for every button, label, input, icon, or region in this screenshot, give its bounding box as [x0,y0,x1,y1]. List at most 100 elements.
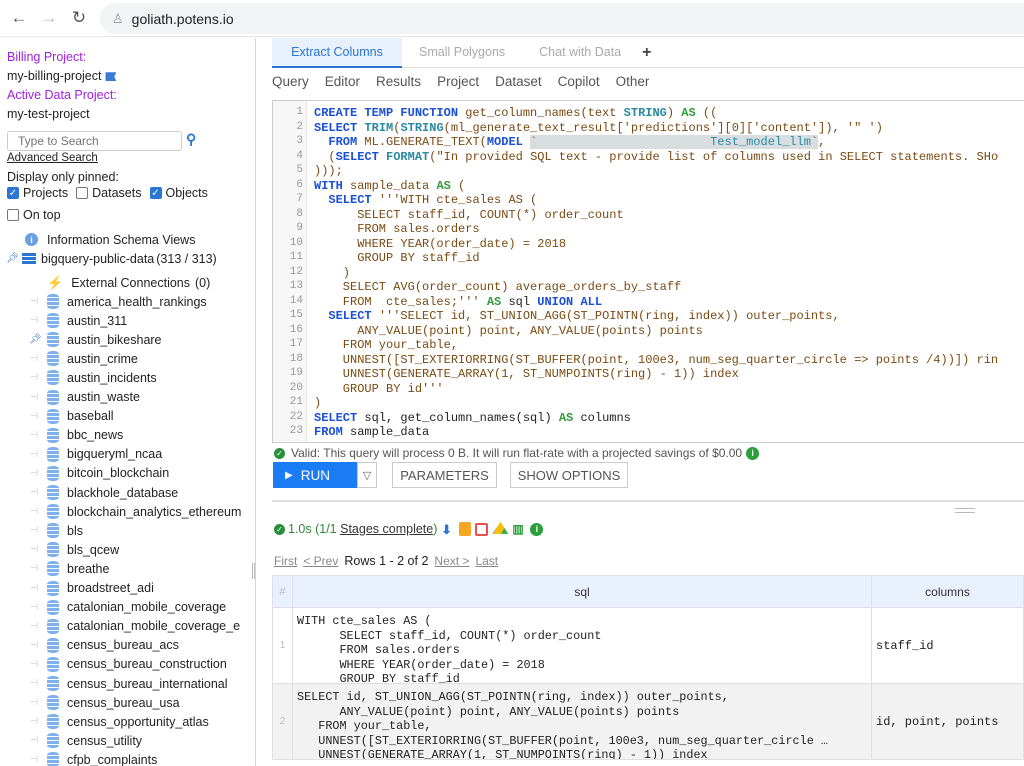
first-page-link[interactable]: First [274,554,297,568]
menu-dataset[interactable]: Dataset [495,74,542,89]
columns-cell[interactable]: staff_id [871,607,1024,684]
pin-icon[interactable]: ⊣ [29,296,39,307]
pin-icon[interactable]: ⊣ [29,754,39,765]
pin-icon[interactable]: ⊣ [29,449,39,460]
dataset-item[interactable]: 📌︎ austin_bikeshare [0,330,255,349]
stages-link[interactable]: Stages complete [340,522,433,536]
chart-icon[interactable]: ▥ [512,522,526,536]
pin-icon[interactable]: ⊣ [29,678,39,689]
dataset-item[interactable]: ⊣ austin_crime [0,349,255,368]
parameters-button[interactable]: PARAMETERS [392,462,497,488]
dataset-item[interactable]: ⊣ america_health_rankings [0,292,255,311]
information-schema-item[interactable]: i Information Schema Views [0,230,255,249]
pin-icon[interactable]: ⊣ [29,468,39,479]
advanced-search-link[interactable]: Advanced Search [7,152,98,164]
back-icon[interactable]: ← [8,8,30,28]
address-bar[interactable]: ♙ goliath.potens.io [100,3,1024,34]
dataset-item[interactable]: ⊣ austin_incidents [0,368,255,387]
dataset-item[interactable]: ⊣ bls_qcew [0,540,255,559]
dataset-item[interactable]: ⊣ blackhole_database [0,483,255,502]
add-tab-icon[interactable]: + [642,44,651,62]
dataset-item[interactable]: ⊣ cfpb_complaints [0,750,255,766]
search-input[interactable] [7,131,182,151]
menu-editor[interactable]: Editor [325,74,360,89]
sql-editor[interactable]: 1 2 3 4 5 6 7 8 9 10 11 12 13 14 15 16 17 18 19 20 21 22 23 CR… [272,100,1024,443]
forward-icon[interactable]: → [38,8,60,28]
dataset-item[interactable]: ⊣ bigqueryml_ncaa [0,445,255,464]
prev-page-link[interactable]: < Prev [303,554,338,568]
menu-other[interactable]: Other [616,74,650,89]
dataset-item[interactable]: ⊣ census_bureau_acs [0,636,255,655]
tab-small-polygons[interactable]: Small Polygons [402,38,522,68]
pin-icon[interactable]: ⊣ [29,640,39,651]
pin-icon[interactable]: ⊣ [29,697,39,708]
dataset-item[interactable]: ⊣ catalonian_mobile_coverage_e [0,617,255,636]
pin-icon[interactable]: ⊣ [29,315,39,326]
datasets-checkbox[interactable] [76,187,89,199]
active-project-value[interactable]: my-test-project [7,107,90,121]
dataset-item[interactable]: ⊣ census_opportunity_atlas [0,712,255,731]
dataset-item[interactable]: ⊣ census_bureau_usa [0,693,255,712]
reload-icon[interactable]: ↻ [68,8,90,28]
google-drive-icon[interactable] [492,522,509,534]
dataset-item[interactable]: ⊣ blockchain_analytics_ethereum [0,502,255,521]
pin-icon[interactable]: 📌︎ [29,334,42,345]
sql-cell[interactable]: SELECT id, ST_UNION_AGG(ST_POINTN(ring, … [292,683,872,760]
next-page-link[interactable]: Next > [434,554,469,568]
header-columns[interactable]: columns [871,575,1024,608]
dataset-item[interactable]: ⊣ bls [0,521,255,540]
pin-icon[interactable]: ⊣ [29,659,39,670]
projects-checkbox[interactable]: ✓ [7,187,19,199]
dataset-item[interactable]: ⊣ austin_311 [0,311,255,330]
pin-icon[interactable]: ⊣ [29,411,39,422]
pin-icon[interactable]: ⊣ [29,716,39,727]
download-icon[interactable]: ⬇ [441,522,455,537]
tab-extract-columns[interactable]: Extract Columns [272,37,402,68]
pin-icon[interactable]: ⊣ [29,735,39,746]
dataset-item[interactable]: ⊣ census_bureau_international [0,674,255,693]
menu-query[interactable]: Query [272,74,309,89]
billing-project-value[interactable]: my-billing-project [7,69,117,83]
pin-icon[interactable]: ⊣ [29,487,39,498]
run-dropdown-button[interactable]: ▽ [357,462,377,488]
dataset-item[interactable]: ⊣ austin_waste [0,388,255,407]
header-sql[interactable]: sql [292,575,872,608]
pin-icon[interactable]: ⊣ [29,602,39,613]
search-icon[interactable]: ⚲ [186,131,196,148]
last-page-link[interactable]: Last [475,554,498,568]
objects-checkbox[interactable]: ✓ [149,187,162,199]
menu-results[interactable]: Results [376,74,421,89]
dataset-item[interactable]: ⊣ breathe [0,559,255,578]
external-connections-item[interactable]: ⚡ External Connections (0) [0,273,255,292]
pin-icon[interactable]: ⊣ [29,506,39,517]
show-options-button[interactable]: SHOW OPTIONS [510,462,628,488]
pin-icon[interactable]: 📌︎ [6,253,19,264]
pin-icon[interactable]: ⊣ [29,372,39,383]
dataset-item[interactable]: ⊣ census_bureau_construction [0,655,255,674]
run-button[interactable]: ▶ RUN [273,462,357,488]
pin-icon[interactable]: ⊣ [29,563,39,574]
tab-chat-with-data[interactable]: Chat with Data [522,38,638,68]
pin-icon[interactable]: ⊣ [29,583,39,594]
on-top-checkbox[interactable] [7,209,19,221]
menu-project[interactable]: Project [437,74,479,89]
menu-copilot[interactable]: Copilot [558,74,600,89]
dataset-item[interactable]: ⊣ baseball [0,407,255,426]
pin-icon[interactable]: ⊣ [29,430,39,441]
pin-icon[interactable]: ⊣ [29,525,39,536]
pin-icon[interactable]: ⊣ [29,544,39,555]
info-icon[interactable]: i [530,522,544,536]
dataset-item[interactable]: ⊣ bitcoin_blockchain [0,464,255,483]
columns-cell[interactable]: id, point, points [871,683,1024,760]
sql-cell[interactable]: WITH cte_sales AS ( SELECT staff_id, COU… [292,607,872,684]
project-item[interactable]: 📌︎ bigquery-public-data (313 / 313) [0,249,255,268]
pin-icon[interactable]: ⊣ [29,621,39,632]
copy-icon[interactable] [459,522,472,536]
dataset-item[interactable]: ⊣ bbc_news [0,426,255,445]
info-icon[interactable]: i [746,446,760,460]
dataset-item[interactable]: ⊣ broadstreet_adi [0,579,255,598]
pin-icon[interactable]: ⊣ [29,353,39,364]
dataset-item[interactable]: ⊣ catalonian_mobile_coverage [0,598,255,617]
save-icon[interactable] [475,522,489,536]
dataset-item[interactable]: ⊣ census_utility [0,731,255,750]
